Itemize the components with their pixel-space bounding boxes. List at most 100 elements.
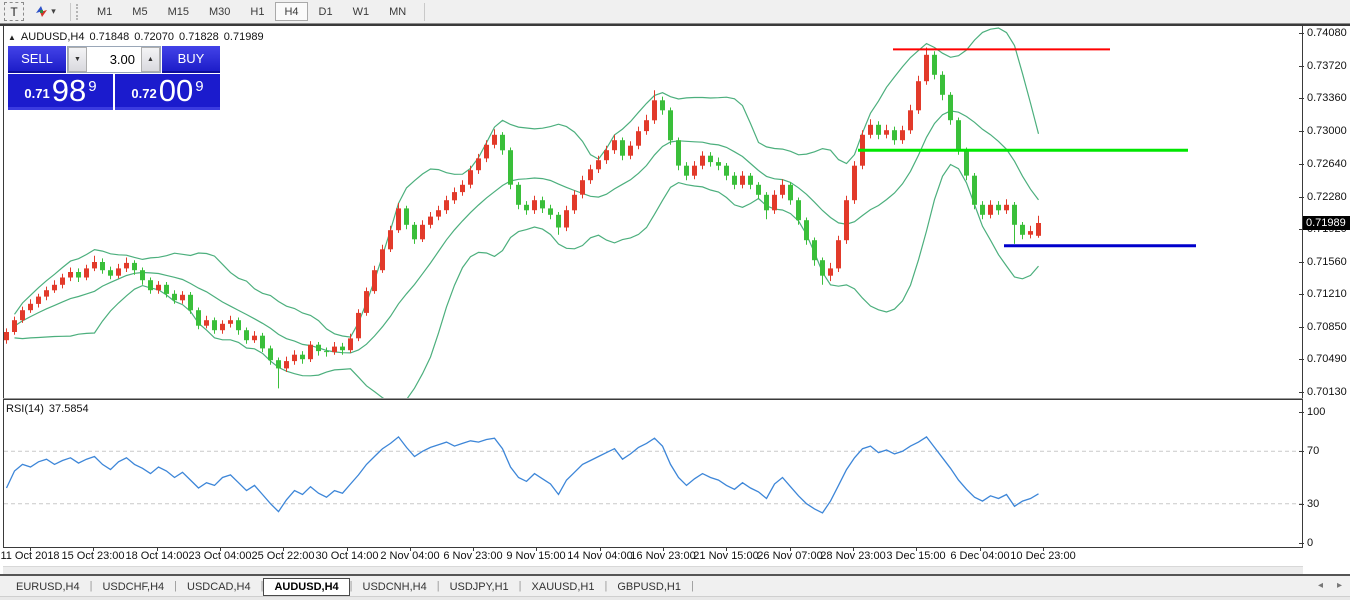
ohlc-low: 0.71828: [179, 31, 219, 43]
price-tick: [1299, 392, 1304, 393]
time-tick-label: 3 Dec 15:00: [886, 550, 945, 562]
tab-usdcad-h4[interactable]: USDCAD,H4: [177, 579, 261, 595]
time-tick-label: 6 Dec 04:00: [950, 550, 1009, 562]
time-tick-label: 15 Oct 23:00: [62, 550, 125, 562]
tab-audusd-h4[interactable]: AUDUSD,H4: [263, 578, 349, 596]
symbol-arrow-icon: ▲: [8, 33, 16, 42]
price-tick-label: 0.70490: [1307, 353, 1347, 365]
price-tick-label: 0.73000: [1307, 125, 1347, 137]
price-tick: [1299, 262, 1304, 263]
price-tick: [1299, 33, 1304, 34]
volume-decrease-button[interactable]: ▼: [68, 47, 87, 72]
rsi-tick: [1299, 451, 1304, 452]
tab-scroll-right-icon[interactable]: ▸: [1337, 580, 1342, 591]
rsi-name: RSI(14): [6, 403, 44, 415]
rsi-tick-label: 70: [1307, 445, 1319, 457]
rsi-levels: [4, 451, 1302, 503]
price-tick-label: 0.72280: [1307, 191, 1347, 203]
price-axis-line: [1302, 26, 1303, 547]
rsi-tick-label: 0: [1307, 537, 1313, 549]
timeframe-button-h4[interactable]: H4: [275, 2, 307, 21]
tab-gbpusd-h1[interactable]: GBPUSD,H1: [607, 579, 691, 595]
price-tick-label: 0.71210: [1307, 288, 1347, 300]
sell-button[interactable]: SELL: [8, 46, 66, 73]
timeframe-button-mn[interactable]: MN: [380, 2, 415, 21]
timeframe-button-h1[interactable]: H1: [241, 2, 273, 21]
ohlc-open: 0.71848: [90, 31, 130, 43]
top-toolbar: T ▾ M1M5M15M30H1H4D1W1MN: [0, 0, 1350, 23]
time-tick-label: 16 Nov 23:00: [630, 550, 695, 562]
timeframe-button-m1[interactable]: M1: [88, 2, 121, 21]
timeframe-button-w1[interactable]: W1: [344, 2, 379, 21]
tab-eurusd-h4[interactable]: EURUSD,H4: [6, 579, 90, 595]
one-click-trade-panel: SELL ▼ 3.00 ▲ BUY 0.71 98 9 0.72 00 9: [8, 46, 220, 110]
ohlc-high: 0.72070: [134, 31, 174, 43]
rsi-line: [7, 437, 1039, 513]
timeframe-buttons: M1M5M15M30H1H4D1W1MN: [87, 2, 416, 21]
time-tick-label: 2 Nov 04:00: [380, 550, 439, 562]
volume-increase-button[interactable]: ▲: [141, 47, 160, 72]
tab-usdcnh-h4[interactable]: USDCNH,H4: [353, 579, 437, 595]
arrows-tool-icon: [34, 4, 49, 19]
objects-dropdown-button[interactable]: ▾: [28, 2, 62, 21]
time-tick-label: 9 Nov 15:00: [506, 550, 565, 562]
tab-usdchf-h4[interactable]: USDCHF,H4: [92, 579, 174, 595]
tab-separator: |: [691, 580, 694, 592]
price-tick: [1299, 131, 1304, 132]
timeframe-button-m30[interactable]: M30: [200, 2, 239, 21]
chart-workspace: ▲ AUDUSD,H4 0.71848 0.72070 0.71828 0.71…: [0, 26, 1350, 574]
chevron-down-icon: ▾: [51, 6, 56, 17]
rsi-indicator-label: RSI(14) 37.5854: [6, 403, 89, 415]
price-tick-label: 0.70130: [1307, 386, 1347, 398]
horizontal-scrollbar[interactable]: [3, 566, 1303, 574]
tab-usdjpy-h1[interactable]: USDJPY,H1: [440, 579, 519, 595]
toolbar-grip-handle[interactable]: [76, 4, 81, 20]
price-tick: [1299, 197, 1304, 198]
price-tick: [1299, 327, 1304, 328]
rsi-tick: [1299, 504, 1304, 505]
toolbar-separator: [70, 3, 71, 21]
ohlc-close: 0.71989: [224, 31, 264, 43]
text-tool-icon: T: [10, 5, 17, 19]
tab-scroll-left-icon[interactable]: ◂: [1318, 580, 1323, 591]
price-tick-label: 0.73720: [1307, 60, 1347, 72]
time-tick-label: 21 Nov 15:00: [693, 550, 758, 562]
time-tick-label: 28 Nov 23:00: [820, 550, 885, 562]
bid-price-box[interactable]: 0.71 98 9: [8, 74, 113, 110]
timeframe-button-m5[interactable]: M5: [123, 2, 156, 21]
volume-input[interactable]: 3.00: [87, 47, 141, 72]
tab-scroll-nav: ◂ ▸: [1318, 580, 1342, 591]
chart-tabs: EURUSD,H4|USDCHF,H4|USDCAD,H4|AUDUSD,H4|…: [6, 577, 694, 596]
rsi-tick-label: 100: [1307, 406, 1325, 418]
price-tick-label: 0.74080: [1307, 27, 1347, 39]
rsi-tick: [1299, 543, 1304, 544]
price-tick-label: 0.71560: [1307, 256, 1347, 268]
time-tick-label: 26 Nov 07:00: [757, 550, 822, 562]
price-tick: [1299, 66, 1304, 67]
rsi-value: 37.5854: [49, 403, 89, 415]
ask-price-box[interactable]: 0.72 00 9: [115, 74, 220, 110]
rsi-tick-label: 30: [1307, 498, 1319, 510]
pane-divider[interactable]: [3, 398, 1303, 400]
tab-xauusd-h1[interactable]: XAUUSD,H1: [522, 579, 605, 595]
price-tick: [1299, 164, 1304, 165]
chart-tab-bar: EURUSD,H4|USDCHF,H4|USDCAD,H4|AUDUSD,H4|…: [0, 574, 1350, 596]
rsi-chart-canvas[interactable]: [4, 400, 1302, 547]
volume-spinner: ▼ 3.00 ▲: [67, 46, 161, 73]
mt4-window: T ▾ M1M5M15M30H1H4D1W1MN ▲ AUDUSD,H4 0.7…: [0, 0, 1350, 600]
buy-button[interactable]: BUY: [162, 46, 220, 73]
timeframe-button-d1[interactable]: D1: [310, 2, 342, 21]
ask-price-big: 00: [159, 76, 193, 105]
price-tick: [1299, 359, 1304, 360]
time-tick-label: 14 Nov 04:00: [567, 550, 632, 562]
text-tool-button[interactable]: T: [4, 2, 24, 21]
price-tick: [1299, 98, 1304, 99]
bid-price-pip: 9: [88, 78, 96, 95]
current-price-tag: 0.71989: [1303, 216, 1350, 230]
window-bottom-edge: [0, 596, 1350, 600]
time-tick-label: 6 Nov 23:00: [443, 550, 502, 562]
ask-price-pip: 9: [195, 78, 203, 95]
timeframe-button-m15[interactable]: M15: [159, 2, 198, 21]
price-tick-label: 0.73360: [1307, 92, 1347, 104]
time-tick-label: 10 Dec 23:00: [1010, 550, 1075, 562]
